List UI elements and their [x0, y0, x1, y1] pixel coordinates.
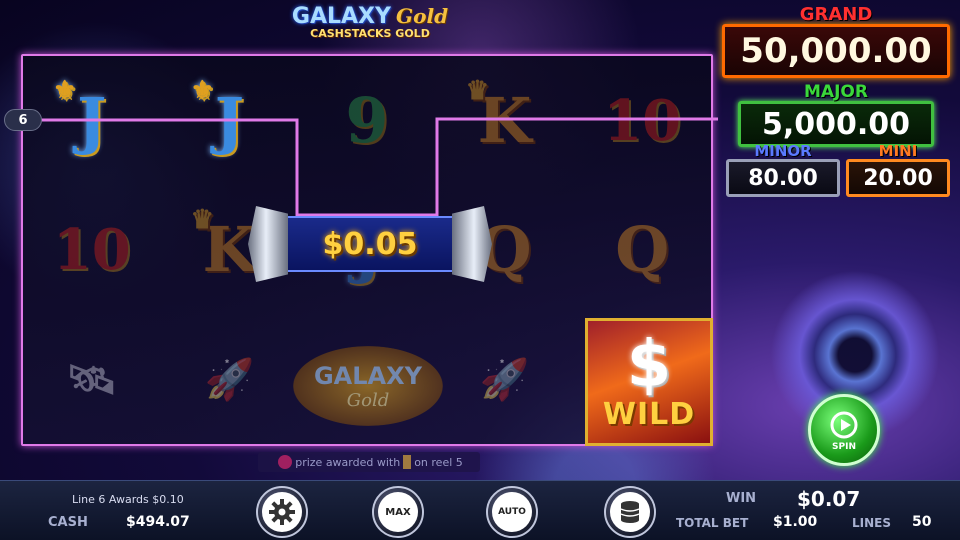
- crown-icon: ♛: [465, 76, 490, 106]
- fleur-de-lis-icon: ⚜: [190, 76, 214, 106]
- prize-info-strip: prize awarded with on reel 5: [258, 452, 480, 472]
- symbol-label: 9: [345, 84, 389, 158]
- major-jackpot: MAJOR 5,000.00: [738, 84, 934, 147]
- reel-1-row-1-symbol: ⚜ J: [23, 56, 161, 185]
- cash-label: CASH: [48, 515, 88, 530]
- lines-label: LINES: [852, 516, 891, 530]
- spin-arrow-icon: [830, 411, 858, 438]
- reel-3-row-3-galaxy-logo-symbol: GALAXY Gold: [293, 346, 443, 426]
- win-value: $0.07: [797, 487, 861, 511]
- mini-jackpot-value: 20.00: [846, 159, 950, 197]
- plaque-left-cap: [248, 206, 288, 282]
- title-gold: Gold: [396, 4, 449, 28]
- reel-5-row-3-wild-symbol: $ WILD: [585, 318, 713, 446]
- total-bet-value: $1.00: [773, 514, 818, 530]
- settings-button-face: [262, 492, 302, 532]
- bet-coins-button-face: [610, 492, 650, 532]
- auto-label: AUTO: [498, 507, 526, 517]
- line-award-text: Line 6 Awards $0.10: [72, 493, 184, 506]
- payline-number-badge: 6: [4, 109, 42, 131]
- plaque-right-cap: [452, 206, 492, 282]
- gear-icon: [269, 499, 295, 525]
- title-cashstacks: CASHSTACKS GOLD: [310, 27, 430, 40]
- symbol-label: 10: [603, 87, 682, 154]
- line-win-plaque: $0.05: [248, 206, 492, 282]
- reel-5-row-2-symbol: Q: [573, 185, 711, 314]
- space-shuttle-icon: 🚀: [479, 355, 530, 403]
- major-jackpot-value: 5,000.00: [738, 101, 934, 147]
- line-win-amount: $0.05: [322, 226, 418, 262]
- plaque-body: $0.05: [278, 216, 462, 272]
- autoplay-button[interactable]: AUTO: [486, 486, 538, 538]
- lines-value: 50: [912, 514, 932, 530]
- max-bet-button-face: MAX: [378, 492, 418, 532]
- reel-4-row-3-shuttle-symbol: 🚀: [436, 315, 574, 444]
- coin-stack-icon: [620, 501, 640, 523]
- cash-value: $494.07: [126, 514, 190, 530]
- reel-2-row-3-shuttle-symbol: 🚀: [161, 315, 299, 444]
- prize-coin-icon: [278, 455, 293, 469]
- game-title-logo: GALAXY Gold CASHSTACKS GOLD: [280, 4, 460, 40]
- mini-jackpot: MINI 20.00: [846, 144, 950, 197]
- spin-label: SPIN: [832, 441, 856, 452]
- wild-mini-icon: [403, 455, 412, 469]
- logo-galaxy-text: GALAXY: [313, 361, 423, 390]
- reel-4-row-1-symbol: ♛ K: [436, 56, 574, 185]
- reel-1-row-2-symbol: 10: [23, 185, 161, 314]
- symbol-label: J: [214, 84, 245, 158]
- grand-jackpot: GRAND 50,000.00: [722, 6, 950, 78]
- bottom-control-bar: Line 6 Awards $0.10 CASH $494.07 MAX AUT…: [0, 480, 960, 540]
- crown-icon: ♛: [190, 205, 214, 236]
- symbol-label: Q: [615, 213, 670, 287]
- total-bet-label: TOTAL BET: [676, 516, 749, 530]
- dollar-sign-icon: $: [626, 327, 672, 402]
- logo-gold-text: Gold: [346, 389, 390, 411]
- minor-jackpot-value: 80.00: [726, 159, 840, 197]
- minor-jackpot: MINOR 80.00: [726, 144, 840, 197]
- max-bet-button[interactable]: MAX: [372, 486, 424, 538]
- reel-5-row-1-symbol: 10: [573, 56, 711, 185]
- major-jackpot-label: MAJOR: [804, 82, 868, 102]
- mini-jackpot-label: MINI: [878, 142, 918, 160]
- settings-button[interactable]: [256, 486, 308, 538]
- max-label: MAX: [385, 506, 411, 518]
- bet-coins-button[interactable]: [604, 486, 656, 538]
- autoplay-button-face: AUTO: [492, 492, 532, 532]
- grand-jackpot-label: GRAND: [799, 4, 873, 25]
- reel-1-row-3-satellite-symbol: 🛰: [23, 315, 161, 444]
- grand-jackpot-value: 50,000.00: [722, 24, 950, 78]
- reel-3-row-1-symbol: 9: [298, 56, 436, 185]
- wild-label: WILD: [602, 396, 696, 432]
- symbol-label: J: [77, 84, 107, 158]
- info-text-before: prize awarded with: [295, 455, 401, 469]
- fleur-de-lis-icon: ⚜: [53, 76, 77, 106]
- title-galaxy: GALAXY: [291, 4, 391, 29]
- reel-2-row-1-symbol: ⚜ J: [161, 56, 299, 185]
- space-shuttle-icon: 🚀: [204, 355, 255, 403]
- info-text-after: on reel 5: [414, 455, 463, 469]
- win-label: WIN: [726, 491, 757, 506]
- minor-jackpot-label: MINOR: [754, 142, 812, 160]
- symbol-label: 10: [52, 216, 131, 283]
- satellite-icon: 🛰: [66, 355, 118, 403]
- spin-button[interactable]: SPIN: [808, 394, 880, 466]
